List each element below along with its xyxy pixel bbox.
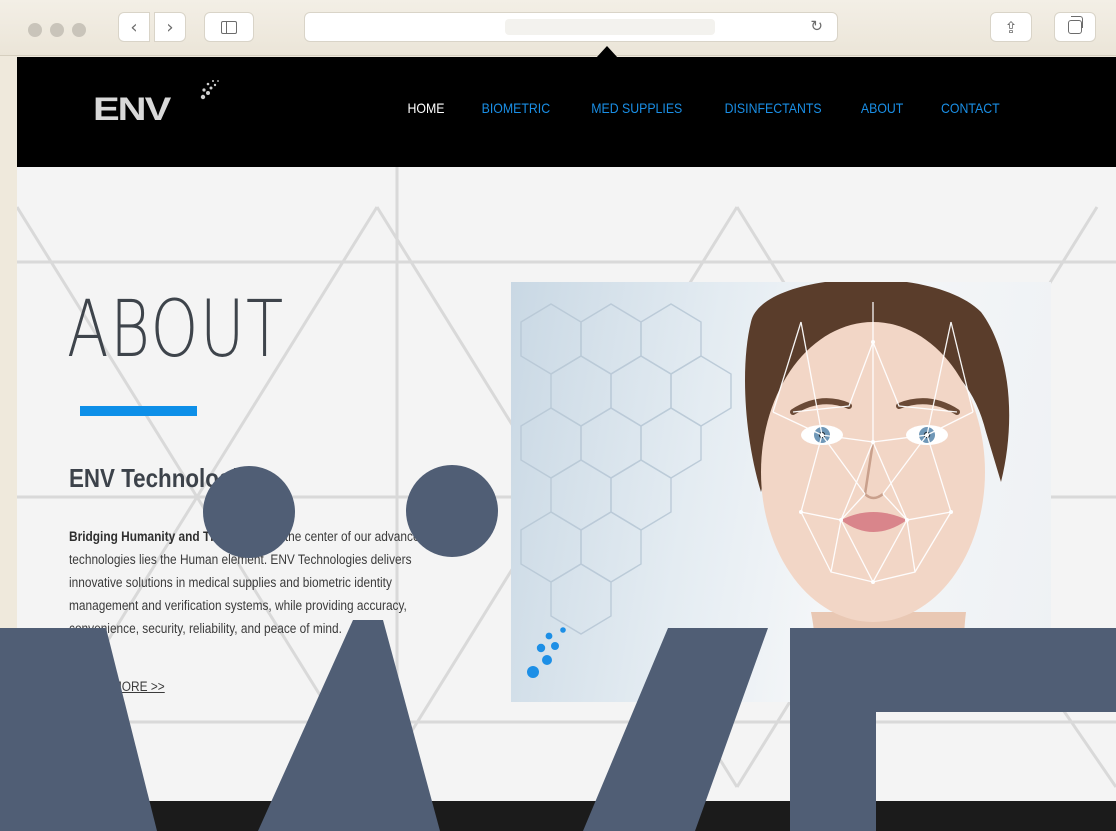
nav-biometric[interactable]: BIOMETRIC [482,100,550,116]
accent-divider [80,406,197,416]
share-button[interactable]: ⇪ [990,12,1032,42]
company-name: ENV Technologies [69,463,264,493]
site-header: ENV HOME BIOMETRIC MED SUPPLIES DISINFEC… [17,57,1116,167]
nav-home[interactable]: HOME [408,100,445,116]
tabs-icon [1068,16,1083,34]
forward-icon: › [166,16,174,38]
forward-button[interactable]: › [154,12,186,42]
sidebar-toggle-button[interactable] [204,12,254,42]
back-icon: ‹ [130,16,138,38]
logo-dots-icon [200,80,219,100]
learn-more-link[interactable]: LEARN MORE >> [69,679,165,694]
zoom-window-icon[interactable] [72,23,86,37]
minimize-window-icon[interactable] [50,23,64,37]
close-window-icon[interactable] [28,23,42,37]
footer-bar [17,801,1116,831]
share-icon: ⇪ [1004,17,1018,37]
site-logo[interactable]: ENV [93,91,171,128]
biometric-face-image [511,282,1051,702]
callout-pointer [596,46,618,58]
nav-about[interactable]: ABOUT [861,100,903,116]
nav-contact[interactable]: CONTACT [941,100,1000,116]
sidebar-icon [221,20,237,34]
show-tabs-button[interactable] [1054,12,1096,42]
web-page: ENV HOME BIOMETRIC MED SUPPLIES DISINFEC… [17,57,1116,831]
about-heading: ABOUT [67,285,285,375]
main-navigation: HOME BIOMETRIC MED SUPPLIES DISINFECTANT… [405,100,1003,116]
about-body: At the center of our advanced technologi… [69,529,427,636]
reload-icon[interactable]: ↻ [810,17,823,35]
browser-toolbar: ‹ › ↻ ⇪ [0,0,1116,56]
address-bar[interactable]: ↻ [304,12,838,42]
nav-med-supplies[interactable]: MED SUPPLIES [591,100,682,116]
about-lead: Bridging Humanity and The Future. [69,529,268,544]
url-field[interactable] [505,19,715,35]
face-illustration [520,282,1010,702]
nav-disinfectants[interactable]: DISINFECTANTS [725,100,822,116]
about-description: Bridging Humanity and The Future. At the… [69,525,456,640]
back-button[interactable]: ‹ [118,12,150,42]
